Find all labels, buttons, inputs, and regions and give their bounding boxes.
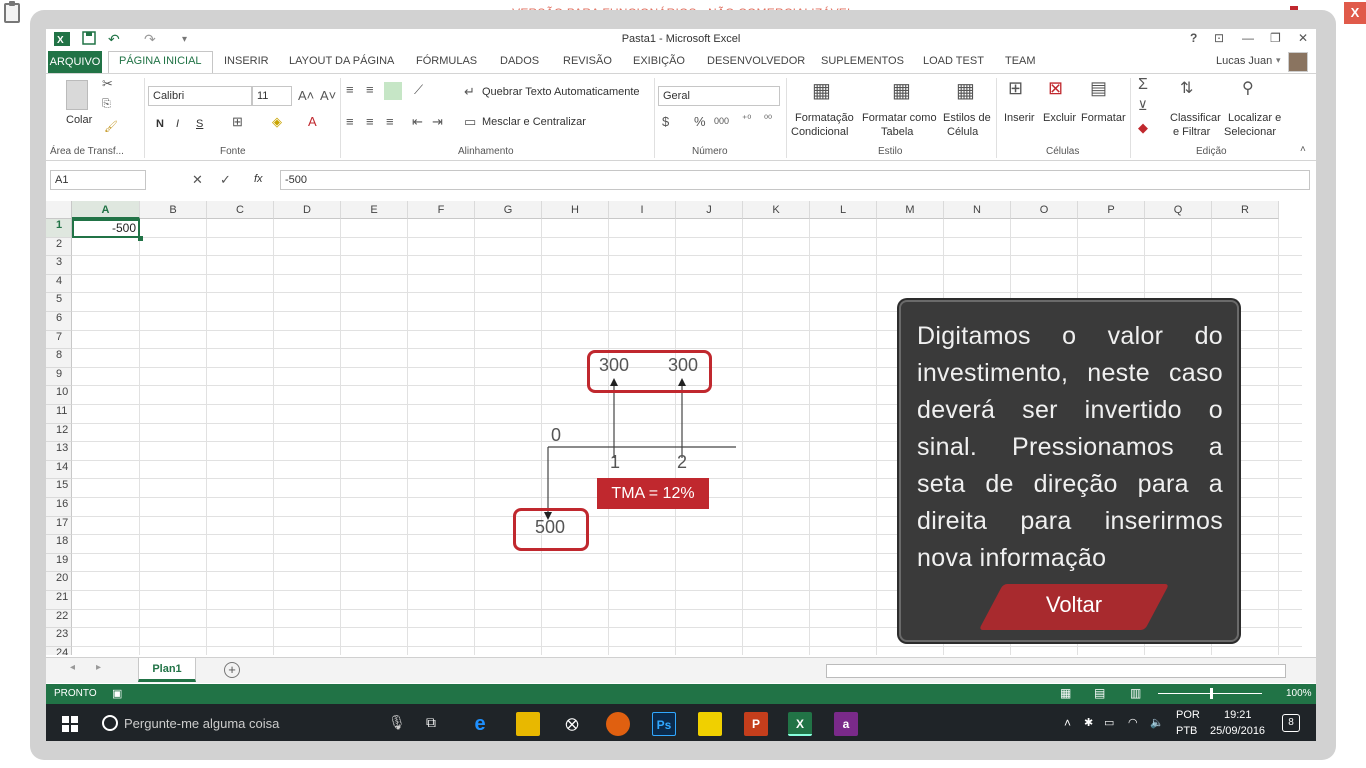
outflow-value: 500 xyxy=(535,517,566,537)
period-1-label: 1 xyxy=(610,452,621,472)
period-2-label: 2 xyxy=(677,452,688,472)
period-0-label: 0 xyxy=(551,425,562,445)
instruction-text: Digitamos o valor do investimento, neste… xyxy=(917,322,1223,572)
tma-label: TMA = 12% xyxy=(597,478,709,509)
back-button[interactable]: Voltar xyxy=(991,592,1157,618)
instruction-callout: Digitamos o valor do investimento, neste… xyxy=(899,300,1239,642)
inflow-value-1: 300 xyxy=(599,355,630,375)
inflow-value-2: 300 xyxy=(668,355,699,375)
